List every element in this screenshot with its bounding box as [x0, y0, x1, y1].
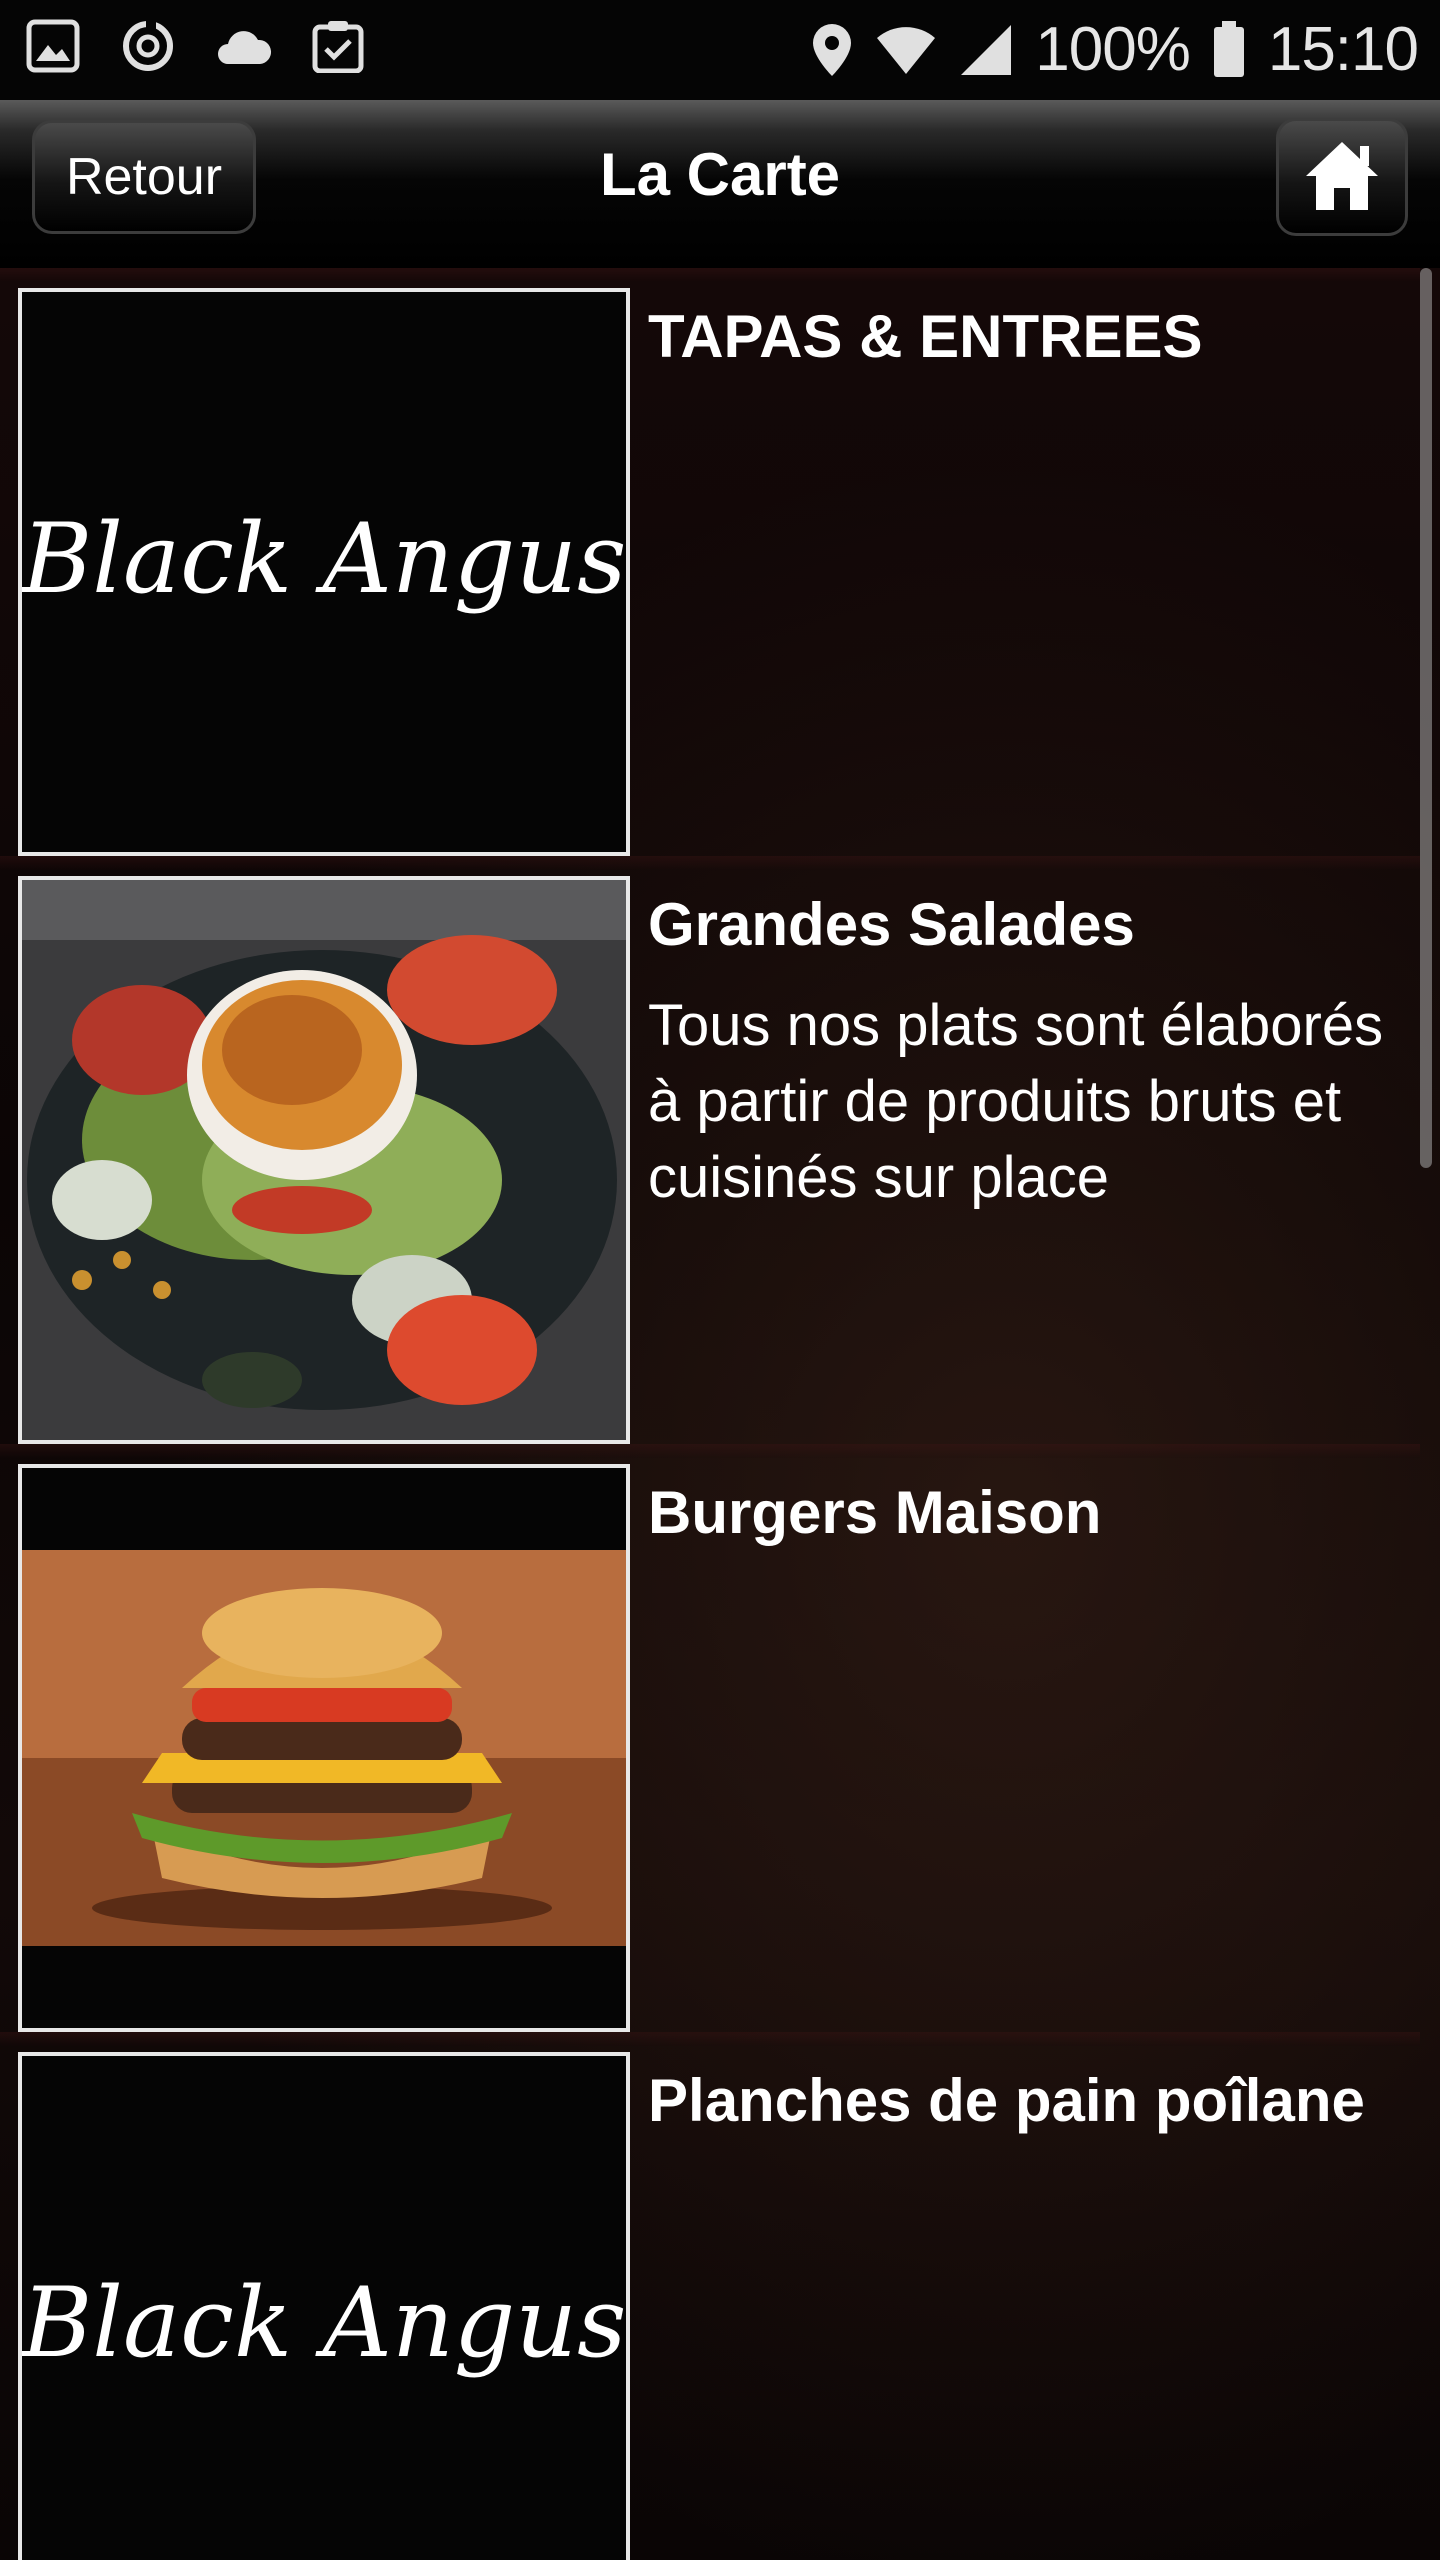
gallery-icon	[26, 19, 80, 73]
status-bar: 100% 15:10	[0, 0, 1440, 100]
sync-icon	[120, 18, 176, 74]
category-image: Black Angus	[18, 288, 630, 856]
location-icon	[811, 22, 853, 78]
logo-text: Black Angus	[22, 503, 626, 615]
category-description: Tous nos plats sont élaborés à partir de…	[648, 993, 1384, 1210]
category-title: Grandes Salades	[648, 891, 1135, 958]
scrollbar[interactable]	[1420, 268, 1432, 1168]
home-button[interactable]	[1276, 118, 1408, 236]
signal-icon	[959, 23, 1013, 77]
category-title: TAPAS & ENTREES	[648, 303, 1203, 370]
clipboard-check-icon	[312, 19, 364, 73]
scrollbar-thumb[interactable]	[1420, 268, 1432, 1168]
list-item[interactable]: Black Angus Planches de pain poîlane	[18, 2052, 1408, 2560]
app-header: Retour La Carte	[0, 100, 1440, 268]
page-title: La Carte	[599, 141, 841, 208]
list-item[interactable]: Grandes Salades Tous nos plats sont élab…	[18, 876, 1408, 1448]
category-image	[18, 876, 630, 1444]
category-title: Burgers Maison	[648, 1479, 1102, 1546]
category-title: Planches de pain poîlane	[648, 2067, 1365, 2134]
list-item[interactable]: Black Angus TAPAS & ENTREES	[18, 288, 1408, 860]
list-item[interactable]: Burgers Maison	[18, 1464, 1408, 2036]
menu-list: Black Angus TAPAS & ENTREES Grandes Sala…	[0, 268, 1440, 2560]
category-image: Black Angus	[18, 2052, 630, 2560]
home-icon	[1302, 138, 1382, 216]
logo-text: Black Angus	[22, 2267, 626, 2379]
divider	[0, 268, 1420, 282]
battery-icon	[1212, 20, 1246, 79]
wifi-icon	[875, 22, 937, 78]
clock: 15:10	[1267, 15, 1419, 84]
cloud-icon	[216, 26, 272, 66]
battery-percent: 100%	[1035, 15, 1191, 84]
category-image	[18, 1464, 630, 2032]
